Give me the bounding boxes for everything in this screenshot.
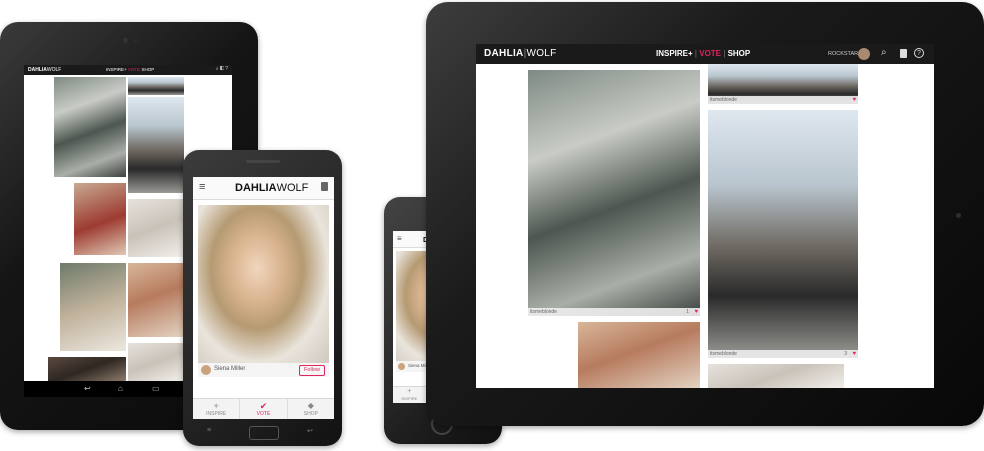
hero-photo[interactable] — [198, 205, 329, 363]
logo-right: WOLF — [46, 67, 62, 73]
feed-photo[interactable]: itsmeblonde ♥ — [708, 64, 858, 104]
avatar-icon[interactable] — [201, 365, 211, 375]
ipad-nav-links: INSPIRE+ | VOTE | SHOP — [656, 49, 750, 58]
back-icon[interactable]: ↩ — [84, 384, 91, 393]
ipad-screen: DAHLIA|WOLF INSPIRE+ | VOTE | SHOP ROCKS… — [476, 44, 934, 388]
tablet-navbar: DAHLIAWOLF INSPIRE+ VOTE SHOP ⌕ ◧ ? — [24, 65, 232, 75]
follow-button[interactable]: Follow — [299, 365, 325, 376]
feed-caption: itsmeblonde ♥ — [708, 96, 858, 104]
caption-text: itsmeblonde — [710, 351, 737, 357]
tab-inspire[interactable]: + INSPIRE — [393, 387, 427, 403]
tab-shop[interactable]: ◆ SHOP — [288, 399, 334, 419]
nav-inspire[interactable]: INSPIRE+ — [656, 49, 693, 58]
caption-text: itsmeblonde — [530, 309, 557, 315]
feed-photo[interactable] — [74, 183, 126, 255]
feed-photo[interactable] — [578, 322, 700, 388]
tab-label: INSPIRE — [206, 411, 227, 417]
avatar-icon[interactable] — [858, 48, 870, 60]
profile-name[interactable]: Siena Miller — [214, 366, 245, 372]
feed-photo[interactable] — [128, 77, 184, 95]
bag-icon[interactable] — [900, 49, 907, 58]
search-icon[interactable]: ⌕ — [881, 47, 887, 58]
plus-icon: + — [213, 401, 219, 411]
help-icon[interactable]: ? — [914, 48, 924, 58]
nav-shop[interactable]: SHOP — [141, 67, 154, 72]
tablet-camera — [123, 38, 128, 43]
logo-right: WOLF — [276, 182, 309, 194]
check-icon: ✔ — [259, 401, 268, 411]
phone-menu-key[interactable]: ≡ — [207, 427, 211, 434]
like-count: 3 — [844, 351, 847, 357]
nav-vote[interactable]: VOTE — [128, 67, 140, 72]
feed-photo[interactable] — [48, 357, 126, 381]
logo-right: WOLF — [526, 48, 557, 59]
android-phone: ≡ DAHLIAWOLF Siena Miller Follow + INSPI… — [183, 150, 342, 446]
tab-label: VOTE — [256, 411, 271, 417]
phone-tabbar: + INSPIRE ✔ VOTE ◆ SHOP — [193, 398, 334, 419]
phone-back-key[interactable]: ↩ — [307, 427, 313, 435]
nav-shop[interactable]: SHOP — [728, 49, 751, 58]
phone-header: ≡ DAHLIAWOLF — [193, 177, 334, 200]
tablet-status-icons: ⌕ ◧ ? — [215, 66, 228, 72]
like-count: 1 — [686, 309, 689, 315]
ipad: DAHLIA|WOLF INSPIRE+ | VOTE | SHOP ROCKS… — [426, 2, 984, 426]
tag-icon: ◆ — [307, 401, 314, 410]
feed-photo[interactable] — [128, 263, 184, 337]
logo-left: DAHLIA — [28, 67, 47, 73]
plus-icon: + — [407, 388, 412, 395]
feed-photo[interactable]: itsmeblonde ♥ 1 — [528, 70, 700, 316]
bag-icon[interactable] — [321, 182, 328, 191]
feed-photo[interactable] — [128, 97, 184, 193]
tab-vote[interactable]: ✔ VOTE — [240, 399, 288, 419]
feed-caption: itsmeblonde ♥ 3 — [708, 350, 858, 358]
tablet-logo[interactable]: DAHLIAWOLF — [28, 67, 61, 73]
tab-inspire[interactable]: + INSPIRE — [193, 399, 241, 419]
nav-divider: | — [723, 49, 726, 58]
nav-inspire[interactable]: INSPIRE+ — [106, 67, 127, 72]
phone-screen: ≡ DAHLIAWOLF Siena Miller Follow + INSPI… — [193, 177, 334, 419]
feed-photo[interactable] — [128, 343, 184, 381]
user-name[interactable]: ROCKSTAR — [828, 51, 858, 57]
phone-logo[interactable]: DAHLIAWOLF — [235, 182, 308, 194]
feed-caption: itsmeblonde ♥ 1 — [528, 308, 700, 316]
heart-icon[interactable]: ♥ — [852, 97, 856, 103]
phone-speaker — [246, 160, 280, 163]
menu-icon[interactable]: ≡ — [199, 181, 205, 193]
feed-photo[interactable]: itsmeblonde ♥ 3 — [708, 110, 858, 358]
heart-icon[interactable]: ♥ — [852, 351, 856, 357]
caption-text: itsmeblonde — [710, 97, 737, 103]
feed-photo[interactable] — [60, 263, 126, 351]
feed-photo[interactable] — [128, 199, 184, 257]
logo-left: DAHLIA — [235, 182, 277, 194]
nav-vote[interactable]: VOTE — [699, 49, 721, 58]
tablet-nav-links: INSPIRE+ VOTE SHOP — [106, 67, 154, 72]
logo-left: DAHLIA — [484, 48, 524, 59]
feed-photo[interactable] — [54, 77, 126, 177]
phone-home-button[interactable] — [249, 426, 279, 440]
ipad-navbar: DAHLIA|WOLF INSPIRE+ | VOTE | SHOP ROCKS… — [476, 44, 934, 64]
tab-label: INSPIRE — [401, 396, 418, 401]
nav-divider: | — [694, 49, 697, 58]
recent-apps-icon[interactable]: ▭ — [152, 384, 160, 393]
ipad-logo[interactable]: DAHLIA|WOLF — [484, 48, 557, 59]
feed-photo[interactable] — [708, 364, 844, 388]
ipad-camera — [956, 213, 961, 218]
tablet-camera-2 — [133, 38, 138, 43]
heart-icon[interactable]: ♥ — [694, 309, 698, 315]
profile-bar: Siena Miller Follow — [198, 363, 329, 377]
menu-icon[interactable]: ≡ — [397, 234, 402, 243]
avatar-icon[interactable] — [398, 363, 405, 370]
home-icon[interactable]: ⌂ — [118, 384, 123, 393]
tab-label: SHOP — [303, 411, 318, 417]
